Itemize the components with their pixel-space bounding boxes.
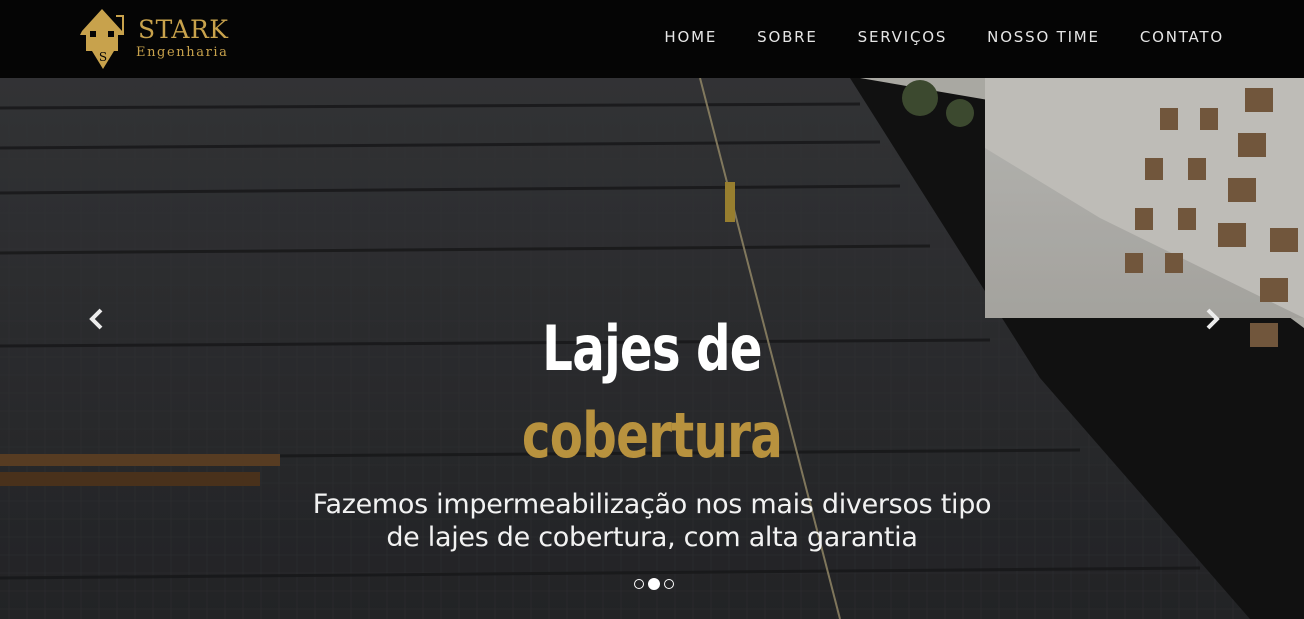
nav-menu: HOME SOBRE SERVIÇOS NOSSO TIME CONTATO bbox=[664, 28, 1224, 46]
chevron-right-icon[interactable] bbox=[1197, 304, 1227, 334]
svg-text:S: S bbox=[99, 50, 107, 64]
house-logo-icon: S bbox=[80, 9, 124, 69]
brand-logo[interactable]: S STARK Engenharia bbox=[78, 5, 248, 71]
nav-item-servicos[interactable]: SERVIÇOS bbox=[858, 28, 948, 46]
chevron-left-icon[interactable] bbox=[82, 304, 112, 334]
nav-item-contato[interactable]: CONTATO bbox=[1140, 28, 1224, 46]
nav-item-nosso-time[interactable]: NOSSO TIME bbox=[987, 28, 1100, 46]
hero-title-line2: cobertura bbox=[521, 399, 783, 472]
brand-tagline: Engenharia bbox=[136, 45, 229, 60]
hero-subtitle-line2: de lajes de cobertura, com alta garantia bbox=[386, 522, 918, 553]
carousel-dot-1[interactable] bbox=[634, 579, 644, 589]
nav-item-sobre[interactable]: SOBRE bbox=[757, 28, 818, 46]
hero-carousel: Lajes de cobertura Fazemos impermeabiliz… bbox=[0, 78, 1304, 619]
hero-title-line1: Lajes de bbox=[542, 312, 762, 385]
brand-name: STARK bbox=[138, 15, 229, 44]
hero-subtitle: Fazemos impermeabilização nos mais diver… bbox=[0, 488, 1304, 554]
hero-subtitle-line1: Fazemos impermeabilização nos mais diver… bbox=[312, 489, 992, 520]
navbar: S STARK Engenharia HOME SOBRE SERVIÇOS N… bbox=[0, 0, 1304, 78]
carousel-indicators bbox=[634, 578, 674, 590]
carousel-dot-3[interactable] bbox=[664, 579, 674, 589]
nav-item-home[interactable]: HOME bbox=[664, 28, 717, 46]
carousel-dot-2[interactable] bbox=[648, 578, 660, 590]
